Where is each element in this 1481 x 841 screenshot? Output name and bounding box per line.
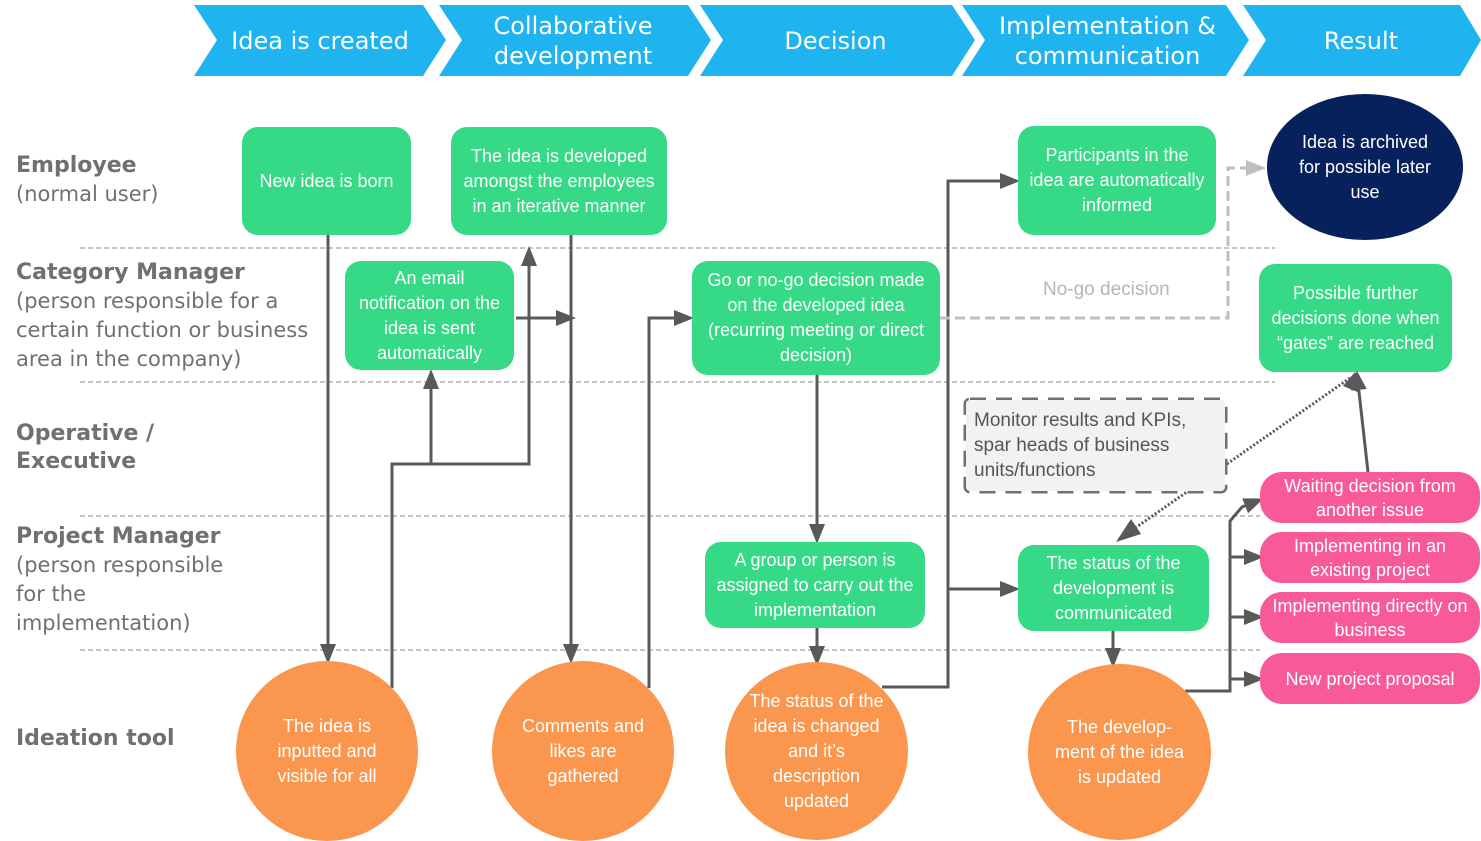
lane-title: Ideation tool [16,726,175,751]
dotted-arrowhead-status [1116,519,1141,542]
node-assigned[interactable]: A group or person is assigned to carry o… [705,542,925,628]
node-status-communicated[interactable]: The status of the development is communi… [1018,545,1209,631]
lane-title: Employee [16,153,137,178]
outcome-waiting[interactable]: Waiting decision from another issue [1260,472,1480,523]
node-comments[interactable]: Comments and likes are gathered [492,661,674,841]
node-inputted[interactable]: The idea is inputted and visible for all [236,661,418,841]
lane-operative-executive: Operative / Executive [16,420,176,476]
node-new-idea[interactable]: New idea is born [242,127,411,235]
node-go-nogo[interactable]: Go or no-go decision made on the develop… [692,261,940,375]
outcome-new-project[interactable]: New project proposal [1260,653,1480,704]
lane-title: Project Manager [16,524,221,549]
node-status-changed[interactable]: The status of the idea is changed and it… [725,662,908,840]
node-monitor[interactable]: Monitor results and KPIs, spar heads of … [966,400,1225,491]
lane-title: Category Manager [16,260,245,285]
lane-ideation-tool: Ideation tool [16,725,174,753]
nogo-label: No-go decision [1043,279,1170,300]
arrow-comments-to-decision [647,310,694,688]
lane-subtitle: (person responsible for the implementati… [16,553,224,635]
lane-title: Operative / Executive [16,421,155,474]
lane-project-manager: Project Manager (person responsible for … [16,523,241,638]
node-dev-updated[interactable]: The develop-ment of the idea is updated [1028,664,1211,840]
node-developed[interactable]: The idea is developed amongst the employ… [451,127,667,235]
outcome-existing-project[interactable]: Implementing in an existing project [1260,532,1480,583]
node-email[interactable]: An email notification on the idea is sen… [345,261,514,370]
node-archived[interactable]: Idea is archived for possible later use [1267,94,1463,240]
node-participants[interactable]: Participants in the idea are automatical… [1018,126,1216,235]
lane-subtitle: (normal user) [16,182,159,206]
lane-subtitle: (person responsible for a certain functi… [16,289,309,371]
lane-category-manager: Category Manager (person responsible for… [16,259,321,374]
lane-employee: Employee (normal user) [16,152,158,209]
node-further-decisions[interactable]: Possible further decisions done when “ga… [1259,264,1452,372]
outcome-directly-business[interactable]: Implementing directly on business [1260,592,1480,643]
